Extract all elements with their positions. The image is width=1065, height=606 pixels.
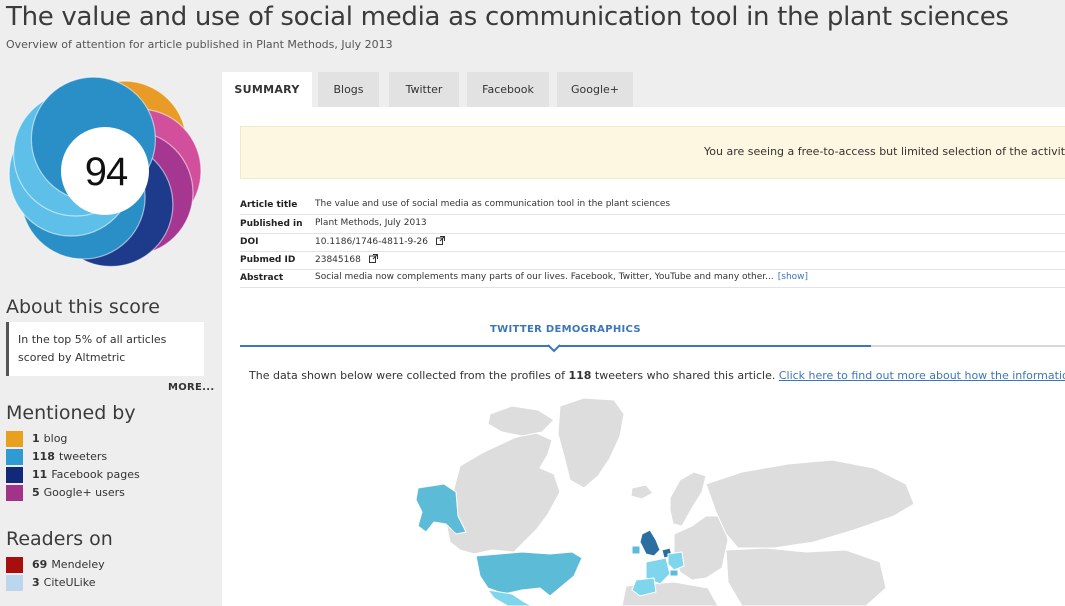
map-canada-islands — [487, 405, 555, 437]
meta-value-wrap: 23845168 — [315, 254, 378, 265]
pubmed-link[interactable]: 23845168 — [315, 255, 361, 265]
meta-key: DOI — [240, 237, 259, 247]
caret-down-icon — [548, 344, 560, 353]
mention-row-tweeters[interactable]: 118 tweeters — [6, 448, 107, 465]
meta-row-doi: DOI 10.1186/1746-4811-9-26 — [240, 233, 1065, 252]
readers-heading: Readers on — [6, 528, 113, 550]
page-subtitle: Overview of attention for article publis… — [6, 38, 393, 51]
blog-swatch — [6, 430, 23, 447]
map-russia — [705, 459, 915, 549]
mention-label: Google+ users — [43, 486, 125, 499]
mention-row-blog[interactable]: 1 blog — [6, 430, 67, 447]
meta-value: The value and use of social media as com… — [315, 199, 671, 209]
meta-row-published: Published in Plant Methods, July 2013 — [240, 215, 1065, 234]
mentioned-heading: Mentioned by — [6, 402, 136, 424]
mention-row-facebook[interactable]: 11 Facebook pages — [6, 466, 140, 483]
tab-summary[interactable]: SUMMARY — [222, 72, 312, 107]
page-title: The value and use of social media as com… — [6, 2, 1009, 32]
altmetric-score: 94 — [84, 150, 129, 194]
reader-count: 69 — [32, 558, 48, 571]
mention-label: blog — [43, 432, 68, 445]
doi-link[interactable]: 10.1186/1746-4811-9-26 — [315, 237, 428, 247]
mendeley-swatch — [6, 556, 23, 573]
map-scandinavia — [669, 471, 707, 527]
tab-facebook[interactable]: Facebook — [467, 72, 549, 107]
mention-count: 5 — [32, 486, 40, 499]
tab-blogs[interactable]: Blogs — [318, 72, 379, 107]
map-usa — [475, 551, 583, 597]
map-greenland — [557, 397, 625, 489]
meta-value-wrap: Social media now complements many parts … — [315, 272, 808, 282]
twitter-swatch — [6, 448, 23, 465]
demographics-description: The data shown below were collected from… — [249, 369, 1065, 382]
tab-bar: SUMMARY Blogs Twitter Facebook Google+ — [222, 72, 1065, 107]
meta-row-title: Article title The value and use of socia… — [240, 196, 1065, 215]
show-abstract-link[interactable]: [show] — [778, 272, 808, 282]
mention-count: 11 — [32, 468, 48, 481]
demographics-rule — [871, 345, 1065, 347]
reader-label: Mendeley — [51, 558, 105, 571]
mention-label: Facebook pages — [51, 468, 140, 481]
reader-label: CiteULike — [43, 576, 96, 589]
meta-key: Pubmed ID — [240, 255, 296, 265]
map-canada — [445, 431, 561, 555]
desc-text: The data shown below were collected from… — [249, 369, 569, 382]
meta-row-abstract: Abstract Social media now complements ma… — [240, 269, 1065, 288]
map-ireland — [631, 545, 641, 555]
mention-count: 1 — [32, 432, 40, 445]
tab-twitter[interactable]: Twitter — [389, 72, 459, 107]
meta-key: Article title — [240, 200, 298, 210]
tweeter-count: 118 — [568, 369, 592, 382]
external-link-icon[interactable] — [368, 254, 378, 263]
meta-key: Published in — [240, 219, 303, 229]
access-banner: You are seeing a free-to-access but limi… — [240, 126, 1065, 179]
map-spain — [631, 577, 657, 597]
meta-value-wrap: 10.1186/1746-4811-9-26 — [315, 236, 445, 247]
reader-row-mendeley[interactable]: 69 Mendeley — [6, 556, 105, 573]
map-asia — [725, 547, 887, 606]
more-link[interactable]: MORE... — [168, 382, 214, 393]
twitter-world-map[interactable] — [222, 392, 1065, 606]
facebook-swatch — [6, 466, 23, 483]
tab-googleplus[interactable]: Google+ — [557, 72, 633, 107]
banner-text: You are seeing a free-to-access but limi… — [704, 145, 1065, 158]
meta-row-pubmed: Pubmed ID 23845168 — [240, 251, 1065, 270]
about-heading: About this score — [6, 296, 160, 318]
mention-label: tweeters — [58, 450, 108, 463]
map-iceland — [630, 484, 654, 500]
reader-row-citeulike[interactable]: 3 CiteULike — [6, 574, 95, 591]
info-compiled-link[interactable]: Click here to find out more about how th… — [779, 369, 1065, 382]
meta-key: Abstract — [240, 273, 284, 283]
mention-count: 118 — [32, 450, 55, 463]
desc-text-tail: tweeters who shared this article. — [591, 369, 779, 382]
reader-count: 3 — [32, 576, 40, 589]
external-link-icon[interactable] — [435, 236, 445, 245]
googleplus-swatch — [6, 484, 23, 501]
abstract-text: Social media now complements many parts … — [315, 272, 774, 282]
about-score-text: In the top 5% of all articles scored by … — [18, 333, 167, 364]
map-germany — [667, 551, 685, 571]
summary-panel: You are seeing a free-to-access but limi… — [222, 107, 1065, 606]
about-score-box: In the top 5% of all articles scored by … — [6, 322, 204, 376]
mention-row-googleplus[interactable]: 5 Google+ users — [6, 484, 125, 501]
map-uk — [639, 529, 661, 557]
twitter-demographics-title[interactable]: TWITTER DEMOGRAPHICS — [490, 324, 641, 335]
citeulike-swatch — [6, 574, 23, 591]
meta-value: Plant Methods, July 2013 — [315, 218, 427, 228]
map-switzerland — [669, 569, 679, 577]
